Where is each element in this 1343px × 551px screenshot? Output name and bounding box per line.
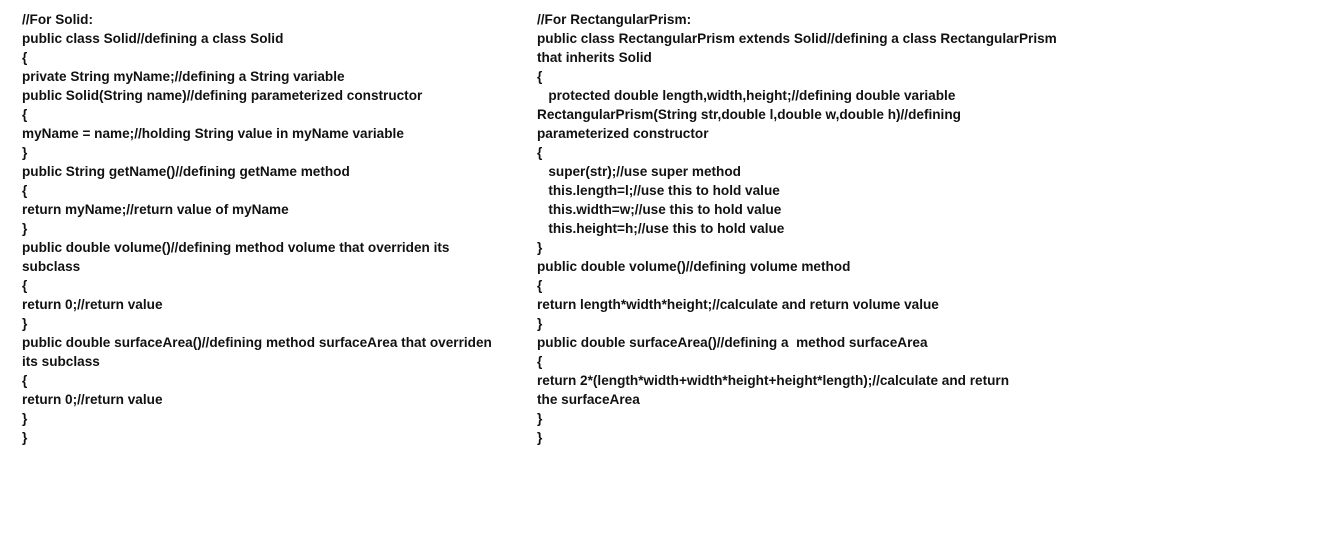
code-line: public double volume()//defining method … xyxy=(22,240,450,255)
code-line: } xyxy=(537,316,543,331)
code-line: that inherits Solid xyxy=(537,50,652,65)
solid-class-code-block: //For Solid: public class Solid//definin… xyxy=(22,10,532,447)
code-line: { xyxy=(22,373,28,388)
code-line: } xyxy=(22,316,28,331)
code-line: //For RectangularPrism: xyxy=(537,12,692,27)
code-line: { xyxy=(22,50,28,65)
code-line: public double surfaceArea()//defining a … xyxy=(537,335,928,350)
rectangular-prism-class-code-block: //For RectangularPrism: public class Rec… xyxy=(537,10,1097,447)
code-line: private String myName;//defining a Strin… xyxy=(22,69,345,84)
code-line: return 0;//return value xyxy=(22,392,163,407)
code-line: return 0;//return value xyxy=(22,297,163,312)
code-line: } xyxy=(537,430,543,445)
code-line: public class Solid//defining a class Sol… xyxy=(22,31,284,46)
code-line: { xyxy=(537,69,543,84)
code-line: } xyxy=(537,240,543,255)
code-line: protected double length,width,height;//d… xyxy=(537,88,956,103)
code-line: public double volume()//defining volume … xyxy=(537,259,851,274)
code-line: public Solid(String name)//defining para… xyxy=(22,88,423,103)
code-line: { xyxy=(537,354,543,369)
code-line: public double surfaceArea()//defining me… xyxy=(22,335,492,350)
code-line: } xyxy=(22,145,28,160)
code-line: return myName;//return value of myName xyxy=(22,202,289,217)
code-line: { xyxy=(537,278,543,293)
code-line: myName = name;//holding String value in … xyxy=(22,126,404,141)
code-line: this.width=w;//use this to hold value xyxy=(537,202,782,217)
code-line: parameterized constructor xyxy=(537,126,709,141)
code-line: the surfaceArea xyxy=(537,392,640,407)
code-line: this.height=h;//use this to hold value xyxy=(537,221,785,236)
code-line: { xyxy=(22,107,28,122)
code-line: { xyxy=(537,145,543,160)
code-line: public String getName()//defining getNam… xyxy=(22,164,350,179)
code-line: public class RectangularPrism extends So… xyxy=(537,31,1057,46)
code-line: } xyxy=(22,221,28,236)
code-line: { xyxy=(22,183,28,198)
code-line: super(str);//use super method xyxy=(537,164,741,179)
code-line: subclass xyxy=(22,259,81,274)
code-line: this.length=l;//use this to hold value xyxy=(537,183,780,198)
code-line: } xyxy=(537,411,543,426)
code-line: return 2*(length*width+width*height+heig… xyxy=(537,373,1010,388)
code-line: RectangularPrism(String str,double l,dou… xyxy=(537,107,961,122)
code-line: return length*width*height;//calculate a… xyxy=(537,297,939,312)
code-line: } xyxy=(22,411,28,426)
code-line: //For Solid: xyxy=(22,12,93,27)
code-line: } xyxy=(22,430,28,445)
code-line: its subclass xyxy=(22,354,100,369)
code-line: { xyxy=(22,278,28,293)
